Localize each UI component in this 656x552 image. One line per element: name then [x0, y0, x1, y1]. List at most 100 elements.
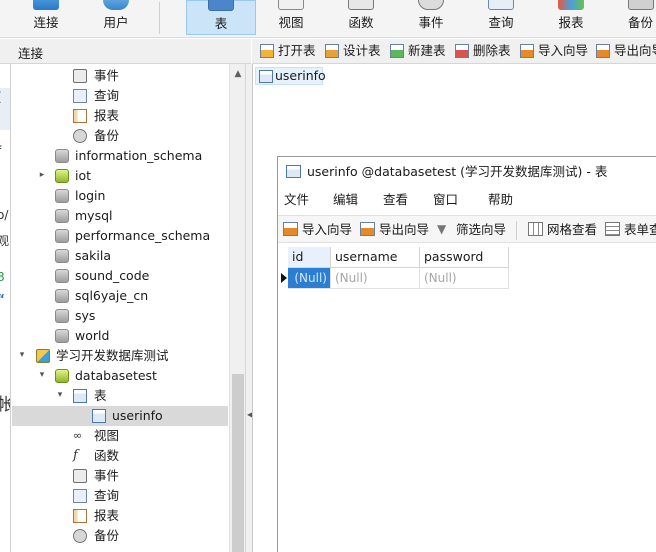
toolbar-label: 导出向导 — [614, 43, 656, 58]
table-cell[interactable]: (Null) — [288, 268, 331, 289]
view-icon — [278, 0, 304, 10]
edge-fragment: f — [0, 144, 1, 158]
tree-item-mysql[interactable]: mysql — [12, 206, 228, 226]
ribbon-report-button[interactable]: 报表 — [538, 0, 604, 35]
ribbon-event-button[interactable]: 事件 — [398, 0, 464, 35]
tree-item-sakila[interactable]: sakila — [12, 246, 228, 266]
tree-item-events[interactable]: 事件 — [12, 466, 228, 486]
tree-item-reports[interactable]: 报表 — [12, 506, 228, 526]
table-cell[interactable]: (Null) — [331, 268, 420, 289]
chevron-down-icon[interactable]: ▾ — [55, 389, 65, 401]
menu-window[interactable]: 窗口 — [433, 192, 458, 207]
tree-item-label: information_schema — [75, 148, 203, 163]
chevron-right-icon[interactable]: ▸ — [37, 169, 47, 181]
tree-item-sys[interactable]: sys — [12, 306, 228, 326]
table-icon — [286, 165, 301, 178]
tree-item-performance-schema[interactable]: performance_schema — [12, 226, 228, 246]
tree-item-iot[interactable]: ▸ iot — [12, 166, 228, 186]
ribbon-function-button[interactable]: 函数 — [328, 0, 394, 35]
connection-panel-header: 连接 — [0, 39, 251, 64]
tree-item-label: performance_schema — [75, 228, 211, 243]
tree-item-queries[interactable]: 查询 — [12, 486, 228, 506]
scrollbar-thumb[interactable] — [232, 374, 244, 552]
tree-item-views[interactable]: ∞ 视图 — [12, 426, 228, 446]
event-icon — [418, 0, 444, 10]
table-window-menubar: 文件 编辑 查看 窗口 帮助 — [278, 187, 656, 211]
query-icon — [73, 89, 87, 103]
tree-item-label: sys — [75, 308, 96, 323]
edge-fragment: o/ — [0, 208, 9, 222]
tree-item-tables[interactable]: ▾ 表 — [12, 386, 228, 406]
tree-scrollbar[interactable]: ▲ — [229, 64, 245, 552]
import-icon — [520, 44, 534, 58]
ribbon-label: 函数 — [348, 15, 374, 30]
ribbon-user-button[interactable]: 用户 — [84, 0, 148, 35]
object-item-userinfo[interactable]: userinfo — [255, 67, 326, 85]
report-icon — [73, 109, 87, 123]
ribbon-query-button[interactable]: 查询 — [468, 0, 534, 35]
query-icon — [73, 489, 87, 503]
ribbon-label: 备份 — [628, 15, 654, 30]
object-item-label: userinfo — [275, 68, 326, 83]
table-icon — [208, 0, 234, 11]
event-icon — [73, 69, 87, 83]
tree-item-label: 备份 — [94, 128, 120, 143]
tree-item-information-schema[interactable]: information_schema — [12, 146, 228, 166]
toolbar-label: 筛选向导 — [456, 222, 507, 237]
table-icon — [259, 70, 273, 83]
database-icon — [55, 149, 69, 163]
database-icon — [55, 189, 69, 203]
scroll-up-icon[interactable]: ▲ — [230, 69, 246, 79]
edge-fragment: ( — [0, 90, 2, 104]
ribbon-backup-button[interactable]: 备份 — [608, 0, 656, 35]
data-grid: id username password (Null) (Null) (Null… — [278, 245, 656, 552]
tree-item-backups[interactable]: 备份 — [12, 526, 228, 546]
tree-item-label: 查询 — [94, 488, 120, 503]
tree-item-reports[interactable]: 报表 — [12, 106, 228, 126]
toolbar-label: 表单查看 — [624, 222, 656, 237]
panel-title: 连接 — [18, 46, 44, 61]
tree-item-login[interactable]: login — [12, 186, 228, 206]
import-icon — [283, 222, 298, 236]
tree-item-sql6yaje-cn[interactable]: sql6yaje_cn — [12, 286, 228, 306]
tree-item-queries[interactable]: 查询 — [12, 86, 228, 106]
table-window-titlebar[interactable]: userinfo @databasetest (学习开发数据库测试) - 表 — [278, 157, 656, 187]
view-icon: ∞ — [73, 429, 83, 442]
tree-item-label: 函数 — [94, 448, 120, 463]
menu-edit[interactable]: 编辑 — [333, 192, 358, 207]
chevron-down-icon[interactable]: ▾ — [37, 369, 47, 381]
ribbon-connect-button[interactable]: 连接 — [14, 0, 78, 35]
menu-view[interactable]: 查看 — [383, 192, 408, 207]
tree-item-label: sound_code — [75, 268, 150, 283]
column-header-username[interactable]: username — [331, 247, 420, 268]
tree-item-functions[interactable]: f 函数 — [12, 446, 228, 466]
toolbar-label: 导入向导 — [302, 222, 353, 237]
tree-item-databasetest[interactable]: ▾ databasetest — [12, 366, 228, 386]
tree-item-backups[interactable]: 备份 — [12, 126, 228, 146]
column-header-id[interactable]: id — [288, 247, 331, 268]
object-toolbar: 打开表 设计表 新建表 删除表 导入向导 导出向导 — [252, 39, 656, 64]
tree-item-sound-code[interactable]: sound_code — [12, 266, 228, 286]
toolbar-label: 打开表 — [278, 43, 316, 58]
table-window: userinfo @databasetest (学习开发数据库测试) - 表 文… — [277, 156, 656, 552]
ribbon-view-button[interactable]: 视图 — [258, 0, 324, 35]
menu-file[interactable]: 文件 — [284, 192, 309, 207]
ribbon-table-button[interactable]: 表 — [186, 0, 256, 35]
ribbon-label: 用户 — [103, 15, 129, 30]
tree-item-label: 学习开发数据库测试 — [56, 348, 169, 363]
tree-item-label: 视图 — [94, 428, 120, 443]
column-header-password[interactable]: password — [420, 247, 509, 268]
tree-item-world[interactable]: world — [12, 326, 228, 346]
user-icon — [103, 0, 129, 10]
delete-table-icon — [455, 44, 469, 58]
chevron-down-icon[interactable]: ▾ — [17, 349, 27, 361]
tree-item-connection-test[interactable]: ▾ 学习开发数据库测试 — [12, 346, 228, 366]
function-icon: f — [73, 448, 78, 463]
design-table-icon — [325, 44, 339, 58]
tree-item-userinfo[interactable]: userinfo — [12, 406, 228, 426]
table-cell[interactable]: (Null) — [420, 268, 509, 289]
tree-item-label: world — [75, 328, 110, 343]
tree-item-events[interactable]: 事件 — [12, 66, 228, 86]
tree-item-label: login — [75, 188, 106, 203]
menu-help[interactable]: 帮助 — [488, 192, 513, 207]
